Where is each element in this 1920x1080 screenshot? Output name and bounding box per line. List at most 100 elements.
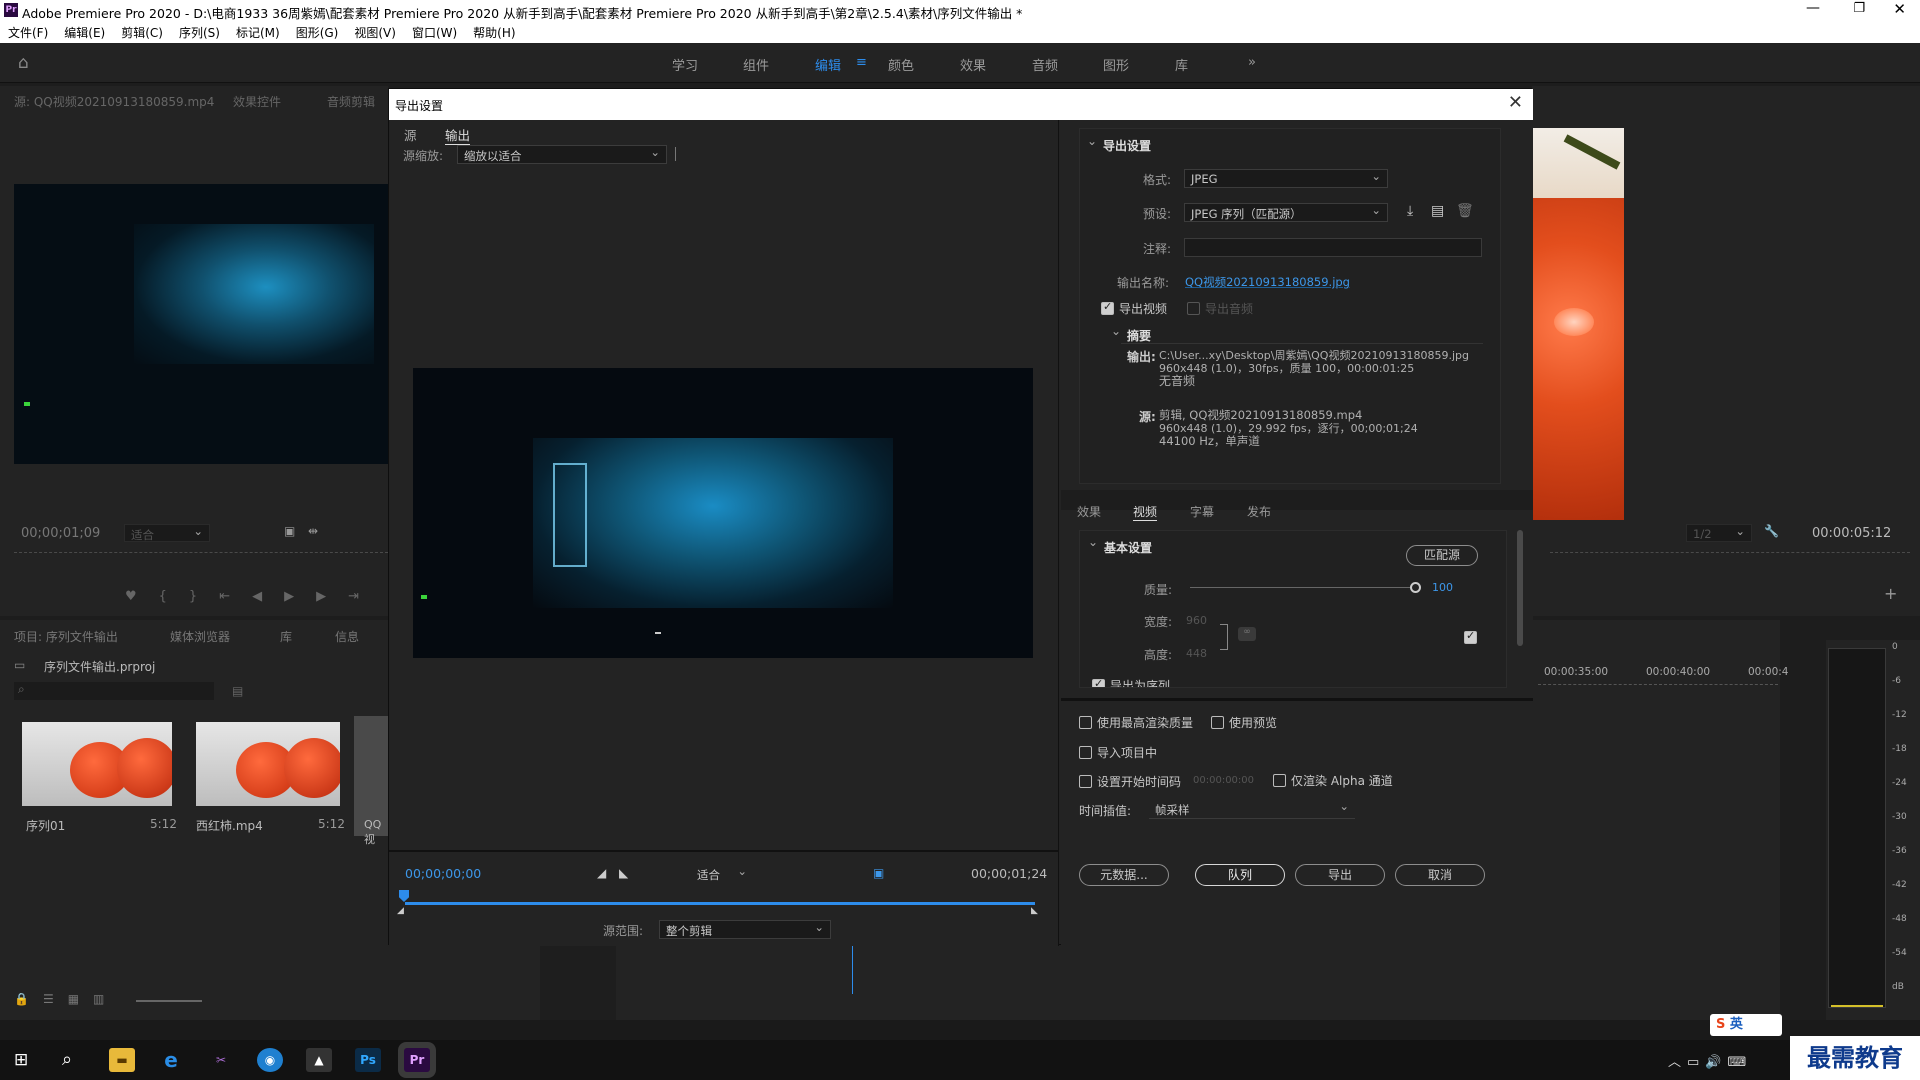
menu-item[interactable]: 序列(S) [179,24,220,41]
windows-start-icon[interactable]: ⊞ [14,1050,28,1070]
export-button[interactable]: 导出 [1295,864,1385,886]
queue-button[interactable]: 队列 [1195,864,1285,886]
metadata-button[interactable]: 元数据... [1079,864,1169,886]
zoom-slider[interactable] [136,1000,202,1002]
source-fit-select[interactable]: 适合 [124,524,210,542]
summary-chevron-icon[interactable]: ⌄ [1111,324,1121,338]
ime-toolbar[interactable]: S 英 [1710,1014,1782,1036]
thumbnail-qq-clip[interactable]: QQ视 [354,716,388,846]
thumbnail-sequence-01[interactable] [22,722,172,806]
file-explorer-icon[interactable]: ▬ [109,1048,135,1072]
tab-video[interactable]: 视频 [1133,503,1158,521]
program-timecode[interactable]: 00:00:05:12 [1812,526,1891,541]
settings-scrollbar[interactable] [1517,530,1523,646]
tab-effect-controls[interactable]: 效果控件 [233,93,281,110]
source-scale-select[interactable]: 缩放以适合 [457,145,667,164]
search-icon[interactable]: ⌕ [62,1049,72,1070]
workspace-audio[interactable]: 音频 [1032,55,1058,74]
minimize-icon[interactable]: — [1806,0,1820,16]
restore-icon[interactable]: ❐ [1853,1,1865,16]
time-interpolation-select[interactable]: 帧采样 [1149,799,1355,819]
source-range-select[interactable]: 整个剪辑 [659,920,831,939]
trash-icon[interactable]: 🗑 [1456,203,1474,219]
mark-in-icon[interactable]: ◢ [597,866,606,880]
max-render-quality-checkbox[interactable]: 使用最高渲染质量 [1079,714,1193,731]
home-icon[interactable]: ⌂ [18,53,29,73]
menu-item[interactable]: 编辑(E) [64,24,105,41]
resolution-select[interactable]: 1/2 [1686,524,1752,542]
workspace-assembly[interactable]: 组件 [743,55,769,74]
add-button-icon[interactable]: + [1884,584,1897,603]
workspace-graphics[interactable]: 图形 [1103,55,1129,74]
render-alpha-checkbox[interactable]: 仅渲染 Alpha 通道 [1273,772,1393,789]
photos-icon[interactable]: ▲ [306,1048,332,1072]
match-source-button[interactable]: 匹配源 [1406,545,1478,566]
menu-item[interactable]: 图形(G) [296,24,339,41]
use-previews-checkbox[interactable]: 使用预览 [1211,714,1277,731]
tab-info[interactable]: 信息 [335,628,359,645]
workspace-effects[interactable]: 效果 [960,55,986,74]
mark-out-icon[interactable]: ◣ [619,866,628,880]
tab-media-browser[interactable]: 媒体浏览器 [170,628,230,645]
project-toolbar[interactable]: 🔒☰▦▥ [14,992,118,1006]
output-name-link[interactable]: QQ视频20210913180859.jpg [1185,274,1350,290]
preview-fit-select[interactable]: 适合 [691,864,753,883]
export-audio-checkbox[interactable]: 导出音频 [1187,300,1253,317]
browser-icon[interactable]: ◉ [257,1048,283,1072]
import-preset-icon[interactable]: ▤ [1431,203,1444,219]
settings-icon[interactable]: ▣ [284,524,295,538]
preview-scrubber[interactable]: ◢ ◣ [397,890,1043,916]
basic-chevron-icon[interactable]: ⌄ [1088,535,1098,549]
tab-library[interactable]: 库 [280,628,292,645]
preview-start-timecode[interactable]: 00;00;00;00 [405,866,481,881]
workspace-editing[interactable]: 编辑 [815,55,841,74]
project-search-input[interactable]: ⌕ [14,682,214,700]
export-as-sequence-checkbox[interactable]: 导出为序列 [1092,677,1170,687]
snipping-icon[interactable]: ✂ [208,1048,234,1072]
drag-icon[interactable]: ⇹ [308,524,318,538]
comment-input[interactable] [1184,238,1482,257]
video-settings-scroll[interactable]: ⌄ 基本设置 匹配源 质量: 100 宽度: 960 高度: 448 ∞ 导出为… [1079,530,1507,688]
menu-item[interactable]: 剪辑(C) [121,24,163,41]
system-tray-icons[interactable]: ︿▭🔊⌨ [1668,1051,1752,1070]
workspace-menu-icon[interactable]: ≡ [856,55,867,70]
quality-value[interactable]: 100 [1432,581,1453,594]
tab-publish[interactable]: 发布 [1247,503,1271,520]
more-workspaces-icon[interactable]: » [1248,55,1256,70]
source-transport-controls[interactable]: ♥{}⇤◀▶▶⇥ [125,589,381,604]
width-value[interactable]: 960 [1186,614,1207,627]
menu-item[interactable]: 文件(F) [8,24,48,41]
wrench-icon[interactable]: 🔧 [1764,524,1779,538]
set-start-timecode-checkbox[interactable]: 设置开始时间码 [1079,773,1181,790]
premiere-taskbar-icon[interactable]: Pr [404,1048,430,1072]
match-checkbox[interactable] [1464,629,1482,645]
dialog-close-icon[interactable]: ✕ [1508,92,1523,113]
source-timecode[interactable]: 00;00;01;09 [21,526,100,541]
link-icon[interactable]: ∞ [1238,627,1256,641]
quality-slider-knob[interactable] [1410,582,1421,593]
quality-slider[interactable] [1190,582,1421,593]
workspace-libraries[interactable]: 库 [1175,55,1188,74]
menu-item[interactable]: 标记(M) [236,24,280,41]
preset-select[interactable]: JPEG 序列（匹配源） [1184,203,1388,222]
bin-icon[interactable]: ▤ [232,684,243,698]
thumbnail-tomato-clip[interactable] [196,722,340,806]
start-timecode-value[interactable]: 00:00:00:00 [1193,775,1254,786]
workspace-color[interactable]: 颜色 [888,55,914,74]
cancel-button[interactable]: 取消 [1395,864,1485,886]
tab-source-preview[interactable]: 源 [404,125,417,144]
edge-browser-icon[interactable]: e [158,1048,184,1072]
aspect-icon[interactable]: ▣ [873,866,884,880]
save-preset-icon[interactable]: ⤓ [1407,203,1413,219]
format-select[interactable]: JPEG [1184,169,1388,188]
menu-item[interactable]: 视图(V) [354,24,396,41]
tab-source[interactable]: 源: QQ视频20210913180859.mp4 [14,93,214,110]
menu-item[interactable]: 帮助(H) [473,24,515,41]
photoshop-icon[interactable]: Ps [355,1048,381,1072]
collapse-chevron-icon[interactable]: ⌄ [1087,134,1097,148]
tab-output-preview[interactable]: 输出 [445,125,471,145]
import-into-project-checkbox[interactable]: 导入项目中 [1079,744,1157,761]
tab-project[interactable]: 项目: 序列文件输出 [14,628,118,645]
close-window-icon[interactable]: ✕ [1893,0,1906,18]
export-video-checkbox[interactable]: 导出视频 [1101,300,1167,317]
